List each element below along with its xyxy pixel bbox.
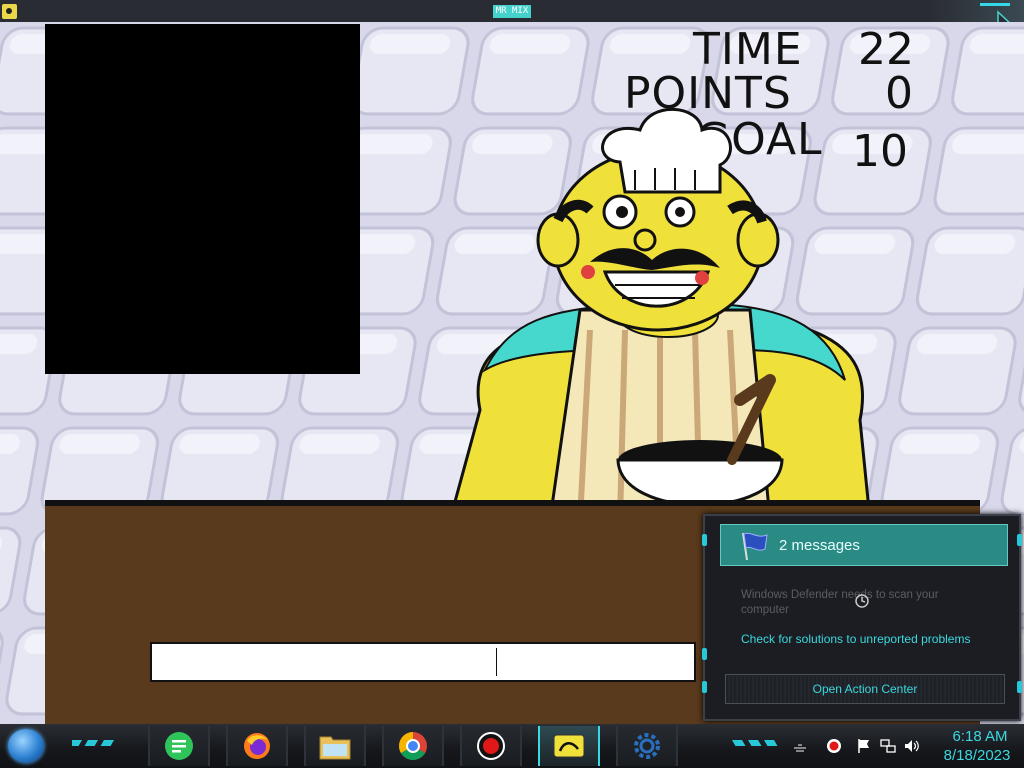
side-light	[702, 681, 707, 693]
solutions-link[interactable]: Check for solutions to unreported proble…	[741, 632, 970, 646]
taskbar-app-settings[interactable]	[616, 726, 678, 766]
flag-icon	[742, 532, 768, 561]
taskbar-decoration	[72, 740, 115, 746]
folder-icon	[319, 736, 351, 760]
video-panel	[45, 24, 360, 374]
clock-time[interactable]: 6:18 AM	[940, 728, 1020, 745]
taskbar-app-firefox[interactable]	[226, 726, 288, 766]
side-light	[702, 534, 707, 546]
note-icon	[165, 732, 193, 760]
text-caret	[496, 648, 497, 676]
system-tray	[790, 732, 930, 760]
chrome-icon	[399, 732, 427, 760]
title-bar: MR MIX	[0, 0, 1024, 23]
game-icon	[553, 734, 585, 758]
answer-input[interactable]	[150, 642, 696, 682]
messages-title: 2 messages	[779, 537, 860, 554]
record-icon[interactable]	[826, 738, 842, 754]
messages-header[interactable]: 2 messages	[720, 524, 1008, 566]
open-action-center-button[interactable]: Open Action Center	[725, 674, 1005, 704]
taskbar-decoration	[732, 740, 778, 746]
taskbar: 6:18 AM 8/18/2023	[0, 724, 1024, 768]
side-light	[1017, 681, 1022, 693]
taskbar-app-game[interactable]	[538, 726, 600, 766]
gear-icon	[634, 733, 660, 759]
taskbar-app-explorer[interactable]	[304, 726, 366, 766]
side-light	[702, 648, 707, 660]
taskbar-app-recorder[interactable]	[460, 726, 522, 766]
clock-date[interactable]: 8/18/2023	[932, 747, 1022, 764]
side-light	[1017, 534, 1022, 546]
taskbar-app-chrome[interactable]	[382, 726, 444, 766]
start-button[interactable]	[8, 729, 44, 763]
game-icon[interactable]	[2, 4, 17, 19]
flag-icon[interactable]	[856, 738, 872, 754]
network-icon[interactable]	[880, 738, 896, 754]
record-icon	[477, 732, 505, 760]
firefox-icon	[244, 733, 270, 759]
action-center-popup: 2 messages Windows Defender needs to sca…	[702, 514, 1022, 721]
clock-icon	[855, 594, 869, 608]
tray-overflow-icon[interactable]	[792, 738, 808, 754]
chef-character	[448, 107, 872, 522]
volume-icon[interactable]	[904, 738, 920, 754]
window-title: MR MIX	[493, 5, 531, 18]
taskbar-app-notes[interactable]	[148, 726, 210, 766]
